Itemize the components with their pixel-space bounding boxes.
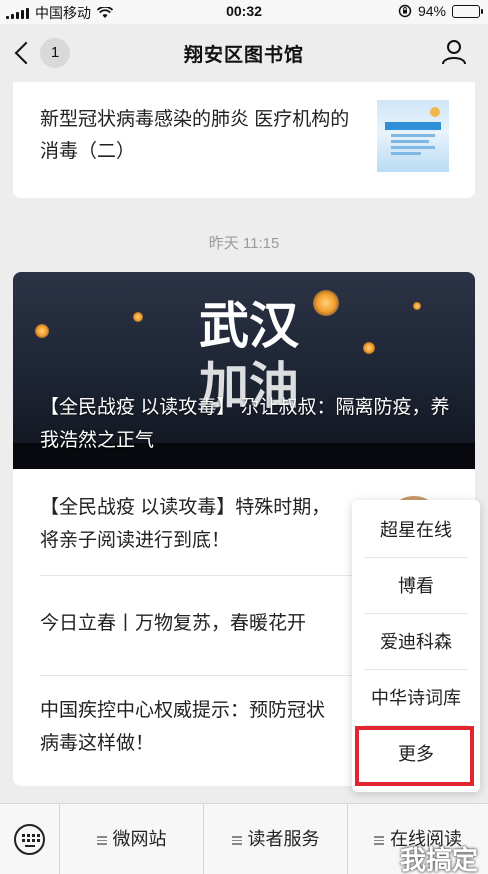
lantern-icon [133, 312, 143, 322]
menu-lines-icon [374, 834, 384, 847]
hero-caption: 【全民战疫 以读攻毒】 尕让叔叔：隔离防疫，养我浩然之正气 [40, 397, 450, 451]
user-profile-icon[interactable] [440, 38, 468, 66]
article-card-top[interactable]: 新型冠状病毒感染的肺炎 医疗机构的消毒（二） [13, 82, 475, 198]
lantern-icon [413, 302, 421, 310]
thumbnail-illustration [385, 107, 441, 155]
tab-label: 读者服务 [247, 829, 320, 849]
message-timestamp: 昨天 11:15 [208, 235, 280, 252]
battery-percent: 94% [417, 3, 446, 19]
rotation-lock-icon [398, 4, 412, 18]
submenu-item-aidikesen[interactable]: 爱迪科森 [364, 614, 468, 670]
page-title: 翔安区图书馆 [183, 45, 304, 66]
tab-micro-site[interactable]: 微网站 [60, 804, 204, 874]
status-right: 94% [398, 3, 483, 19]
lantern-icon [363, 342, 375, 354]
tab-reader-service[interactable]: 读者服务 [204, 804, 348, 874]
lantern-icon [313, 290, 339, 316]
tab-label: 微网站 [112, 829, 167, 849]
list-item-title: 【全民战疫 以读攻毒】特殊时期，将亲子阅读进行到底！ [40, 497, 331, 551]
keyboard-icon [14, 824, 45, 855]
battery-icon [452, 4, 483, 18]
status-bar: 中国移动 00:32 94% [0, 0, 488, 24]
submenu-item-poetry[interactable]: 中华诗词库 [364, 670, 468, 726]
nav-bar: 1 翔安区图书馆 [0, 24, 488, 82]
highlight-box [355, 726, 474, 786]
menu-lines-icon [96, 834, 107, 847]
keyboard-toggle-button[interactable] [0, 804, 60, 874]
list-item-title: 今日立春丨万物复苏，春暖花开 [40, 613, 307, 634]
submenu-item-chaoxing[interactable]: 超星在线 [364, 502, 468, 558]
article-thumbnail [377, 100, 449, 172]
article-title: 新型冠状病毒感染的肺炎 医疗机构的消毒（二） [40, 109, 350, 162]
lantern-icon [35, 324, 49, 338]
list-item-title: 中国疾控中心权威提示：预防冠状病毒这样做！ [40, 700, 326, 754]
menu-lines-icon [231, 834, 242, 847]
hero-article[interactable]: 武汉 加油 【全民战疫 以读攻毒】 尕让叔叔：隔离防疫，养我浩然之正气 [13, 272, 475, 469]
submenu-item-bokan[interactable]: 博看 [364, 558, 468, 614]
watermark-logo: 我搞定 [399, 846, 478, 874]
